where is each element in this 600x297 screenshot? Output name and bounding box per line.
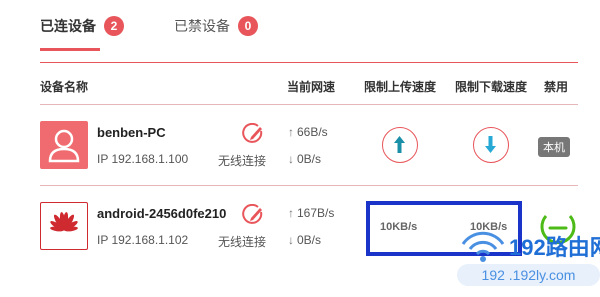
column-header-download-limit: 限制下载速度 [455,80,528,94]
tab-divider [40,62,578,63]
arrow-up-icon: ↑ [288,125,294,139]
tab-blocked-devices[interactable]: 已禁设备 0 [174,16,258,36]
download-arrow-icon [485,136,496,153]
download-speed-value: 0B/s [297,152,322,166]
download-speed: ↓ 0B/s [288,233,321,247]
watermark-url: 192 .192ly.com [457,264,600,286]
set-upload-limit-button[interactable] [382,127,418,163]
arrow-down-icon: ↓ [288,233,294,247]
upload-arrow-icon [394,136,405,153]
this-device-badge: 本机 [538,137,570,157]
device-avatar-1 [40,121,88,169]
upload-speed-value: 167B/s [297,206,335,220]
arrow-down-icon: ↓ [288,152,294,166]
wifi-icon [461,231,505,262]
column-header-block: 禁用 [544,80,569,94]
device-row-1: benben-PC IP 192.168.1.100 无线连接 ↑ 66B/s ↓… [0,105,600,186]
connection-type: 无线连接 [218,154,267,168]
tab-connected-label: 已连设备 [40,18,96,34]
user-icon [48,129,80,163]
device-ip: IP 192.168.1.102 [97,233,189,247]
device-tabs: 已连设备 2 已禁设备 0 [0,0,578,64]
connected-count-badge: 2 [104,16,124,36]
download-speed-value: 0B/s [297,233,322,247]
column-header-current-speed: 当前网速 [287,80,336,94]
arrow-up-icon: ↑ [288,206,294,220]
device-name: benben-PC [97,125,166,140]
upload-speed: ↑ 167B/s [288,206,334,220]
edit-icon[interactable] [242,204,264,226]
device-name: android-2456d0fe210 [97,206,227,221]
tab-blocked-label: 已禁设备 [174,18,230,34]
column-header-device-name: 设备名称 [40,80,89,94]
tab-connected-devices[interactable]: 已连设备 2 [40,16,124,36]
device-avatar-2 [40,202,88,250]
huawei-logo [50,212,78,232]
watermark: 192路由网 192 .192ly.com [457,222,600,297]
active-tab-underline [40,48,100,51]
blocked-count-badge: 0 [238,16,258,36]
upload-speed-value: 66B/s [297,125,328,139]
device-ip: IP 192.168.1.100 [97,152,189,166]
connection-type: 无线连接 [218,235,267,249]
column-header-upload-limit: 限制上传速度 [364,80,437,94]
watermark-brand: 192路由网 [509,235,600,260]
upload-speed: ↑ 66B/s [288,125,328,139]
set-download-limit-button[interactable] [473,127,509,163]
download-speed: ↓ 0B/s [288,152,321,166]
edit-icon[interactable] [242,123,264,145]
